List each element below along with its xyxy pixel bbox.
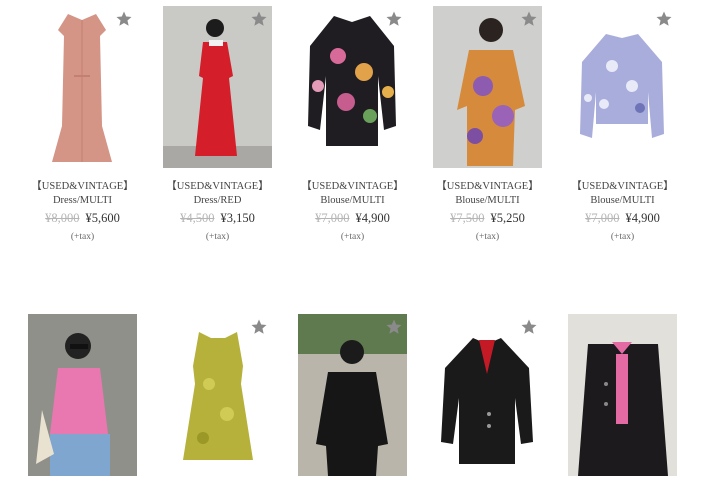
product-card[interactable]: 【USED&VINTAGE】Dress/MULTI ¥8,000 ¥5,600 (… (28, 6, 137, 314)
product-price: ¥4,500 ¥3,150 (163, 211, 272, 226)
product-image[interactable] (568, 314, 677, 476)
star-icon[interactable] (250, 318, 268, 336)
product-card[interactable] (28, 314, 137, 484)
sale-price: ¥4,900 (625, 211, 660, 225)
product-card[interactable]: 【USED&VINTAGE】Blouse/MULTI ¥7,500 ¥5,250 … (433, 6, 542, 314)
product-image[interactable] (28, 314, 137, 476)
tax-note: (+tax) (340, 232, 365, 242)
tax-note: (+tax) (70, 232, 95, 242)
tax-note: (+tax) (475, 232, 500, 242)
product-title[interactable]: 【USED&VINTAGE】Dress/MULTI (28, 180, 137, 208)
sale-price: ¥4,900 (355, 211, 390, 225)
sale-price: ¥3,150 (220, 211, 255, 225)
product-price: ¥7,000 ¥4,900 (298, 211, 407, 226)
product-image[interactable] (568, 6, 677, 168)
tax-note: (+tax) (610, 232, 635, 242)
star-icon[interactable] (385, 318, 403, 336)
product-image[interactable] (298, 314, 407, 476)
star-icon[interactable] (520, 10, 538, 28)
sale-price: ¥5,250 (490, 211, 525, 225)
product-card[interactable]: 【USED&VINTAGE】Blouse/MULTI ¥7,000 ¥4,900 … (298, 6, 407, 314)
product-image[interactable] (433, 314, 542, 476)
original-price: ¥8,000 (45, 211, 80, 225)
sale-price: ¥5,600 (85, 211, 120, 225)
product-title[interactable]: 【USED&VINTAGE】Blouse/MULTI (298, 180, 407, 208)
product-card[interactable] (163, 314, 272, 484)
original-price: ¥7,000 (315, 211, 350, 225)
product-title[interactable]: 【USED&VINTAGE】Blouse/MULTI (433, 180, 542, 208)
original-price: ¥4,500 (180, 211, 215, 225)
product-card[interactable] (568, 314, 677, 484)
product-card[interactable] (433, 314, 542, 484)
tax-note: (+tax) (205, 232, 230, 242)
original-price: ¥7,500 (450, 211, 485, 225)
star-icon[interactable] (115, 10, 133, 28)
product-price: ¥7,500 ¥5,250 (433, 211, 542, 226)
star-icon[interactable] (520, 318, 538, 336)
product-title[interactable]: 【USED&VINTAGE】Blouse/MULTI (568, 180, 677, 208)
star-icon[interactable] (385, 10, 403, 28)
product-image[interactable] (28, 6, 137, 168)
product-image[interactable] (163, 6, 272, 168)
product-card[interactable] (298, 314, 407, 484)
product-card[interactable]: 【USED&VINTAGE】Blouse/MULTI ¥7,000 ¥4,900 … (568, 6, 677, 314)
product-price: ¥8,000 ¥5,600 (28, 211, 137, 226)
star-icon[interactable] (250, 10, 268, 28)
star-icon[interactable] (655, 10, 673, 28)
product-image[interactable] (298, 6, 407, 168)
original-price: ¥7,000 (585, 211, 620, 225)
product-image[interactable] (163, 314, 272, 476)
product-price: ¥7,000 ¥4,900 (568, 211, 677, 226)
product-card[interactable]: 【USED&VINTAGE】Dress/RED ¥4,500 ¥3,150 (+t… (163, 6, 272, 314)
product-grid: 【USED&VINTAGE】Dress/MULTI ¥8,000 ¥5,600 (… (28, 6, 677, 484)
product-image[interactable] (433, 6, 542, 168)
product-title[interactable]: 【USED&VINTAGE】Dress/RED (163, 180, 272, 208)
